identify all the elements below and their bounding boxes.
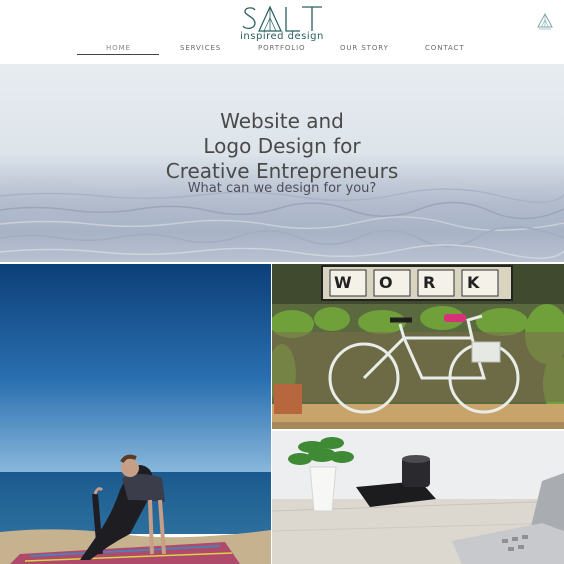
hero-title-line: Website and: [220, 109, 344, 134]
main-nav: HOME SERVICES PORTFOLIO OUR STORY CONTAC…: [0, 44, 564, 58]
sign-letter: K: [467, 273, 480, 292]
hero-title-line: Logo Design for: [203, 134, 361, 159]
logo-tagline: inspired design: [240, 31, 324, 42]
sign-letter: O: [379, 273, 393, 292]
nav-item-our-story[interactable]: OUR STORY: [340, 44, 389, 52]
hero-banner: Website and Logo Design for Creative Ent…: [0, 64, 564, 262]
salt-logo-wordmark: [242, 5, 322, 32]
nav-active-underline: [77, 54, 159, 55]
sign-letter: W: [334, 273, 352, 292]
bike-sign-letters: W O R K: [322, 270, 512, 296]
nav-item-contact[interactable]: CONTACT: [425, 44, 465, 52]
nav-item-services[interactable]: SERVICES: [180, 44, 221, 52]
salt-logo[interactable]: inspired design: [230, 4, 334, 44]
yoga-photo: [0, 264, 271, 564]
hero-title: Website and Logo Design for Creative Ent…: [0, 109, 564, 184]
salt-mini-logo-icon[interactable]: [536, 12, 554, 30]
nav-item-home[interactable]: HOME: [106, 44, 131, 52]
desk-workspace-photo: [272, 431, 564, 564]
nav-item-portfolio[interactable]: PORTFOLIO: [258, 44, 305, 52]
hero-subtitle: What can we design for you?: [187, 181, 377, 196]
site-header: inspired design HOME SERVICES PORTFOLIO …: [0, 0, 564, 64]
sign-letter: R: [423, 273, 436, 292]
